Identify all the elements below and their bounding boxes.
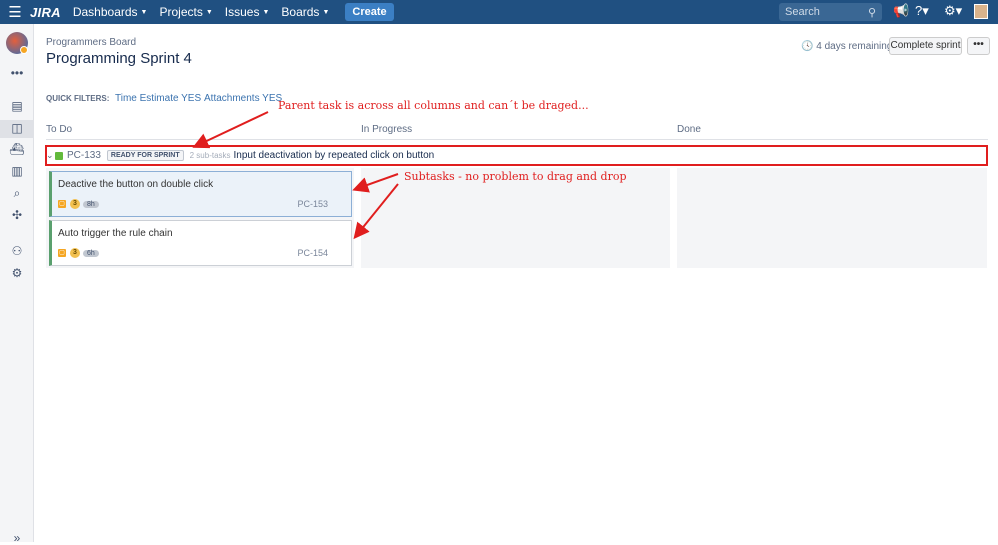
search-placeholder: Search <box>785 6 820 18</box>
column-done <box>677 168 987 268</box>
chevron-down-icon: ▼ <box>140 9 148 16</box>
more-actions-button[interactable]: ••• <box>967 37 990 55</box>
column-header-todo: To Do <box>46 124 73 135</box>
add-ons-icon[interactable]: ✣ <box>0 208 34 222</box>
estimate-badge: 8h <box>83 200 99 208</box>
create-button[interactable]: Create <box>345 3 394 21</box>
card-title: Deactive the button on double click <box>58 179 214 190</box>
card-key[interactable]: PC-154 <box>297 248 328 258</box>
expand-sidebar-icon[interactable]: » <box>0 531 34 545</box>
chevron-down-icon[interactable]: ⌄ <box>46 150 55 161</box>
subtask-card[interactable]: Deactive the button on double click ▢ 3 … <box>49 171 352 217</box>
breadcrumb[interactable]: Programmers Board <box>46 37 136 48</box>
quick-filters-label: QUICK FILTERS: <box>46 94 110 103</box>
status-badge: READY FOR SPRINT <box>106 150 184 161</box>
card-key[interactable]: PC-153 <box>297 199 328 209</box>
subtask-count: 2 sub-tasks <box>189 151 231 160</box>
project-sidebar: ••• ▤ ◫ ⛴ ▥ ⌕ ✣ ⚇ ⚙ » <box>0 24 34 545</box>
add-user-icon[interactable]: ⚇ <box>0 244 34 258</box>
remaining-label: 4 days remaining <box>816 41 893 52</box>
chevron-down-icon: ▼ <box>205 9 213 16</box>
reports-icon[interactable]: ▥ <box>0 164 34 178</box>
column-header-in-progress: In Progress <box>361 124 413 135</box>
megaphone-icon[interactable]: 📢 <box>893 3 909 19</box>
page-title: Programming Sprint 4 <box>46 50 192 67</box>
sprint-remaining: 🕓 4 days remaining <box>801 41 892 52</box>
card-meta: ▢ 3 8h <box>58 199 99 209</box>
column-divider <box>46 139 988 140</box>
search-input[interactable]: Search ⚲ <box>779 3 882 21</box>
menu-icon[interactable]: ☰ <box>0 0 30 24</box>
nav-boards[interactable]: Boards ▼ <box>281 5 329 19</box>
parent-title: Input deactivation by repeated click on … <box>233 150 435 161</box>
filter-time-estimate[interactable]: Time Estimate YES <box>115 93 201 104</box>
card-meta: ▢ 3 6h <box>58 248 99 258</box>
annotation-subtasks: Subtasks - no problem to drag and drop <box>404 170 627 183</box>
board-icon[interactable]: ◫ <box>0 120 34 138</box>
arrow-to-parent <box>192 111 269 149</box>
settings-icon[interactable]: ⚙ <box>0 266 34 280</box>
nav-projects[interactable]: Projects ▼ <box>159 5 212 19</box>
column-header-done: Done <box>677 124 701 135</box>
subtask-icon: ▢ <box>58 249 66 257</box>
top-navigation: ☰ JIRA Dashboards ▼ Projects ▼ Issues ▼ Boa… <box>0 0 998 24</box>
gear-icon[interactable]: ⚙▾ <box>944 3 962 19</box>
complete-sprint-button[interactable]: Complete sprint <box>889 37 962 55</box>
nav-dashboards[interactable]: Dashboards ▼ <box>73 5 148 19</box>
releases-icon[interactable]: ⛴ <box>0 142 34 156</box>
chevron-down-icon: ▼ <box>262 9 270 16</box>
backlog-icon[interactable]: ▤ <box>0 99 34 113</box>
more-icon[interactable]: ••• <box>0 66 34 80</box>
filter-attachments[interactable]: Attachments YES <box>204 93 282 104</box>
annotation-arrows <box>192 111 399 240</box>
chevron-down-icon: ▼ <box>322 9 330 16</box>
priority-badge: 3 <box>70 248 80 258</box>
project-badge <box>20 46 28 54</box>
help-icon[interactable]: ?▾ <box>915 3 929 19</box>
subtask-icon: ▢ <box>58 200 66 208</box>
annotation-parent: Parent task is across all columns and ca… <box>278 99 589 112</box>
subtask-card[interactable]: Auto trigger the rule chain ▢ 3 6h PC-15… <box>49 220 352 266</box>
clock-icon: 🕓 <box>801 41 817 52</box>
avatar[interactable] <box>974 4 988 19</box>
issues-icon[interactable]: ⌕ <box>0 186 34 201</box>
priority-badge: 3 <box>70 199 80 209</box>
story-icon <box>55 151 63 160</box>
estimate-badge: 6h <box>83 249 99 257</box>
column-in-progress <box>361 168 670 268</box>
nav-issues[interactable]: Issues ▼ <box>225 5 270 19</box>
jira-logo[interactable]: JIRA <box>30 5 61 20</box>
card-title: Auto trigger the rule chain <box>58 228 173 239</box>
project-avatar[interactable] <box>6 32 28 54</box>
parent-key[interactable]: PC-133 <box>67 150 101 161</box>
search-icon: ⚲ <box>867 6 876 19</box>
parent-swimlane[interactable]: ⌄ PC-133 READY FOR SPRINT 2 sub-tasks In… <box>45 145 988 166</box>
